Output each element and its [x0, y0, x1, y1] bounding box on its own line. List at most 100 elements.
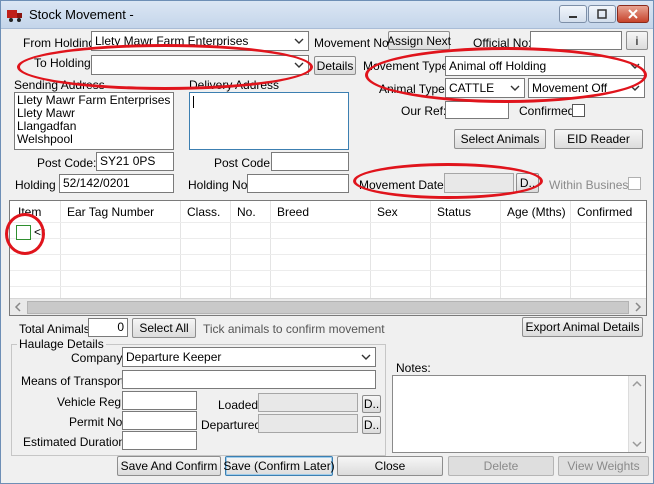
sending-holding-no-input[interactable]: 52/142/0201	[59, 174, 174, 193]
notes-vertical-scrollbar[interactable]	[628, 376, 645, 452]
scroll-down-icon[interactable]	[632, 439, 642, 449]
departured-input[interactable]	[258, 414, 358, 433]
sending-post-code-label: Post Code:	[37, 156, 97, 170]
animal-type-value: CATTLE	[449, 81, 495, 95]
official-no-input[interactable]	[530, 31, 622, 50]
animal-type-select[interactable]: CATTLE	[445, 78, 525, 98]
minimize-button[interactable]	[559, 5, 587, 23]
delivery-address-label: Delivery Address	[189, 78, 280, 92]
column-header-class[interactable]: Class.	[187, 205, 220, 219]
loaded-label: Loaded:	[218, 398, 262, 412]
scroll-left-icon[interactable]	[13, 302, 23, 312]
delivery-post-code-label: Post Code:	[214, 156, 274, 170]
sending-post-code-input[interactable]: SY21 0PS	[96, 152, 174, 171]
row-divider	[10, 270, 646, 271]
movement-no-label: Movement No:	[314, 36, 393, 50]
close-button[interactable]: Close	[337, 456, 443, 476]
view-weights-button[interactable]: View Weights	[558, 456, 649, 476]
column-header-status[interactable]: Status	[437, 205, 471, 219]
info-button[interactable]: i	[626, 31, 648, 50]
assign-next-button[interactable]: Assign Next	[387, 31, 451, 50]
scroll-up-icon[interactable]	[632, 379, 642, 389]
our-ref-label: Our Ref:	[401, 104, 447, 118]
loaded-input[interactable]	[258, 393, 358, 412]
movement-direction-select[interactable]: Movement Off	[528, 78, 645, 98]
chevron-down-icon	[294, 38, 304, 44]
confirmed-label: Confirmed:	[519, 104, 578, 118]
movement-type-label: Movement Type:	[363, 59, 452, 73]
to-holding-label: To Holding:	[34, 56, 95, 70]
close-icon	[628, 9, 638, 19]
departured-date-picker-button[interactable]: D..	[362, 416, 381, 434]
means-of-transport-input[interactable]	[122, 370, 376, 389]
scroll-right-icon[interactable]	[633, 302, 643, 312]
maximize-icon	[597, 9, 607, 19]
from-holding-label: From Holding:	[23, 36, 99, 50]
confirm-hint-text: Tick animals to confirm movement	[203, 322, 385, 336]
column-header-confirmed[interactable]: Confirmed	[577, 205, 632, 219]
sending-address-list: Llety Mawr Farm Enterprises Llety Mawr L…	[14, 92, 174, 150]
delivery-holding-no-label: Holding No:	[188, 178, 251, 192]
permit-no-label: Permit No:	[69, 415, 126, 429]
delivery-post-code-input[interactable]	[271, 152, 349, 171]
estimated-duration-input[interactable]	[122, 431, 197, 450]
chevron-down-icon	[294, 62, 304, 68]
close-window-button[interactable]	[617, 5, 649, 23]
column-header-item[interactable]: Item	[18, 205, 41, 219]
table-row-text: <r	[34, 225, 46, 239]
row-divider	[10, 238, 646, 239]
notes-textarea[interactable]	[392, 375, 646, 453]
departured-label: Departured:	[201, 418, 265, 432]
app-truck-icon	[7, 10, 22, 22]
from-holding-select[interactable]: Llety Mawr Farm Enterprises	[91, 31, 309, 51]
delivery-holding-no-input[interactable]	[247, 174, 349, 193]
estimated-duration-label: Estimated Duration:	[23, 435, 129, 449]
eid-reader-button[interactable]: EID Reader	[554, 129, 643, 149]
minimize-icon	[569, 16, 577, 18]
row-divider	[10, 286, 646, 287]
save-confirm-later-button[interactable]: Save (Confirm Later)	[223, 456, 335, 476]
official-no-label: Official No:	[473, 36, 532, 50]
our-ref-input[interactable]	[445, 101, 509, 119]
animal-type-label: Animal Type:	[379, 82, 449, 96]
column-divider	[570, 201, 571, 299]
scrollbar-thumb[interactable]	[27, 301, 629, 314]
company-select[interactable]: Departure Keeper	[122, 347, 376, 367]
row-divider	[10, 222, 646, 223]
loaded-date-picker-button[interactable]: D..	[362, 395, 381, 413]
column-divider	[230, 201, 231, 299]
chevron-down-icon	[361, 354, 371, 360]
within-business-checkbox[interactable]	[628, 177, 641, 190]
details-button[interactable]: Details	[314, 56, 356, 75]
animals-grid[interactable]: Item Ear Tag Number Class. No. Breed Sex…	[9, 200, 647, 316]
vehicle-reg-input[interactable]	[122, 391, 197, 410]
delete-button[interactable]: Delete	[448, 456, 554, 476]
column-header-sex[interactable]: Sex	[377, 205, 398, 219]
column-header-breed[interactable]: Breed	[277, 205, 309, 219]
haulage-details-label: Haulage Details	[17, 337, 106, 351]
chevron-down-icon	[510, 85, 520, 91]
row-select-checkbox[interactable]	[16, 225, 31, 240]
column-divider	[60, 201, 61, 299]
notes-label: Notes:	[396, 361, 431, 375]
confirmed-checkbox[interactable]	[572, 104, 585, 117]
sending-address-label: Sending Address	[14, 78, 105, 92]
movement-type-select[interactable]: Animal off Holding	[445, 56, 645, 76]
export-animal-details-button[interactable]: Export Animal Details	[522, 317, 643, 337]
to-holding-select[interactable]	[91, 55, 309, 75]
title-bar[interactable]: Stock Movement -	[1, 1, 653, 29]
movement-date-input[interactable]	[444, 173, 514, 193]
chevron-down-icon	[630, 63, 640, 69]
column-header-no[interactable]: No.	[237, 205, 256, 219]
column-header-age[interactable]: Age (Mths)	[507, 205, 566, 219]
grid-horizontal-scrollbar[interactable]	[10, 298, 646, 315]
maximize-button[interactable]	[588, 5, 616, 23]
save-and-confirm-button[interactable]: Save And Confirm	[117, 456, 221, 476]
text-caret	[193, 96, 194, 108]
permit-no-input[interactable]	[122, 411, 197, 430]
column-header-ear-tag[interactable]: Ear Tag Number	[67, 205, 154, 219]
movement-date-picker-button[interactable]: D..	[516, 173, 539, 193]
select-all-button[interactable]: Select All	[132, 318, 196, 338]
delivery-address-input[interactable]	[189, 92, 349, 150]
select-animals-button[interactable]: Select Animals	[454, 129, 546, 149]
